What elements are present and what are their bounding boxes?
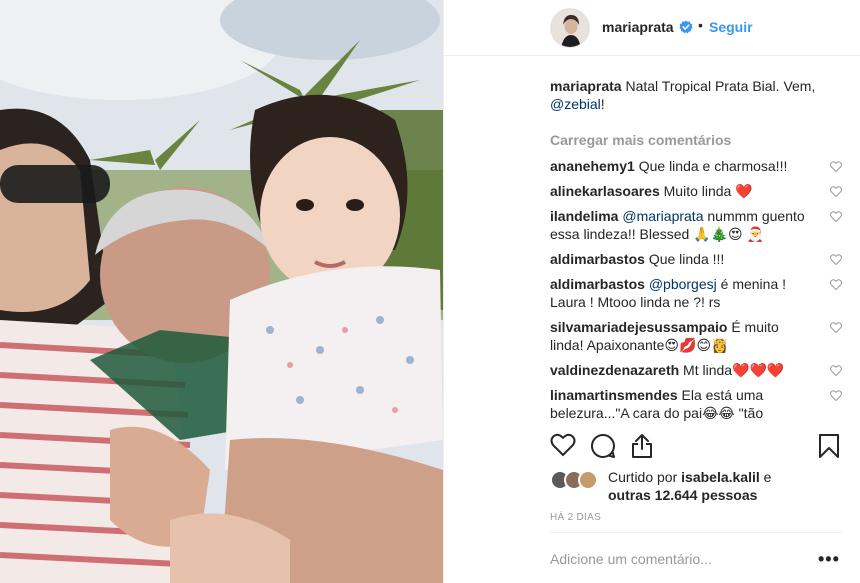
- share-icon[interactable]: [630, 433, 654, 459]
- likes-summary: Curtido por isabela.kalil e outras 12.64…: [550, 468, 842, 504]
- post-details-panel: mariaprata • Seguir mariaprata Natal Tro…: [443, 0, 860, 583]
- post-header: mariaprata • Seguir: [444, 0, 860, 56]
- comment-text: Que linda e charmosa!!!: [634, 158, 788, 174]
- separator-dot: •: [698, 17, 703, 33]
- likes-user[interactable]: isabela.kalil: [681, 469, 760, 485]
- comment-item: aldimarbastos Que linda !!!: [550, 250, 842, 268]
- divider: [550, 532, 842, 533]
- comments-list[interactable]: mariaprata Natal Tropical Prata Bial. Ve…: [550, 77, 842, 423]
- comment-item: linamartinsmendes Ela está uma belezura.…: [550, 386, 842, 422]
- comment-username[interactable]: valdinezdenazareth: [550, 362, 679, 378]
- heart-icon[interactable]: [830, 390, 842, 401]
- comment-text: Mt linda❤️❤️❤️: [679, 362, 785, 378]
- likes-prefix: Curtido por: [608, 469, 682, 485]
- header-username[interactable]: mariaprata: [602, 19, 674, 35]
- more-options-icon[interactable]: •••: [818, 549, 840, 570]
- heart-icon[interactable]: [830, 279, 842, 290]
- comment-username[interactable]: aldimarbastos: [550, 251, 645, 267]
- heart-icon[interactable]: [830, 322, 842, 333]
- post-timestamp[interactable]: HÁ 2 DIAS: [550, 512, 601, 523]
- caption-after: !: [600, 96, 605, 112]
- comment-username[interactable]: linamartinsmendes: [550, 387, 678, 403]
- comment-username[interactable]: ananehemy1: [550, 158, 635, 174]
- heart-icon[interactable]: [830, 365, 842, 376]
- heart-icon[interactable]: [830, 254, 842, 265]
- avatar-image: [551, 9, 589, 47]
- comment-icon[interactable]: [590, 433, 616, 459]
- comment-username[interactable]: alinekarlasoares: [550, 183, 660, 199]
- caption-username[interactable]: mariaprata: [550, 78, 622, 94]
- comment-username[interactable]: silvamariadejesussampaio: [550, 319, 727, 335]
- add-comment-input[interactable]: Adicione um comentário...: [550, 551, 712, 567]
- heart-icon[interactable]: [830, 186, 842, 197]
- heart-icon[interactable]: [830, 211, 842, 222]
- comment-item: aldimarbastos @pborgesj é menina ! Laura…: [550, 275, 842, 311]
- likes-middle: e: [759, 469, 772, 485]
- heart-icon[interactable]: [830, 161, 842, 172]
- liker-avatars[interactable]: [550, 470, 604, 490]
- post-caption: mariaprata Natal Tropical Prata Bial. Ve…: [550, 77, 842, 113]
- family-selfie-photo: [0, 0, 443, 583]
- follow-button[interactable]: Seguir: [709, 19, 753, 35]
- bookmark-icon[interactable]: [818, 433, 840, 459]
- liker-avatar: [578, 470, 598, 490]
- likes-text: Curtido por isabela.kalil e outras 12.64…: [608, 468, 848, 504]
- comment-item: silvamariadejesussampaio É muito linda! …: [550, 318, 842, 354]
- comment-item: alinekarlasoares Muito linda ❤️: [550, 182, 842, 200]
- caption-mention[interactable]: @zebial: [550, 96, 601, 112]
- caption-text: Natal Tropical Prata Bial. Vem,: [621, 78, 816, 94]
- comment-item: valdinezdenazareth Mt linda❤️❤️❤️: [550, 361, 842, 379]
- likes-count[interactable]: outras 12.644 pessoas: [608, 487, 757, 503]
- avatar[interactable]: [550, 8, 590, 48]
- comment-text: Que linda !!!: [644, 251, 725, 267]
- comment-mention[interactable]: @mariaprata: [618, 208, 703, 224]
- comment-username[interactable]: aldimarbastos: [550, 276, 645, 292]
- comment-mention[interactable]: @pborgesj: [645, 276, 717, 292]
- comment-username[interactable]: ilandelima: [550, 208, 618, 224]
- comment-text: Muito linda ❤️: [659, 183, 753, 199]
- load-more-comments-button[interactable]: Carregar mais comentários: [550, 131, 842, 149]
- action-bar: [550, 433, 842, 461]
- comment-item: ilandelima @mariaprata nummm guento essa…: [550, 207, 842, 243]
- verified-badge-icon: [679, 20, 693, 34]
- post-photo[interactable]: [0, 0, 443, 583]
- comment-item: ananehemy1 Que linda e charmosa!!!: [550, 157, 842, 175]
- like-heart-icon[interactable]: [550, 433, 576, 457]
